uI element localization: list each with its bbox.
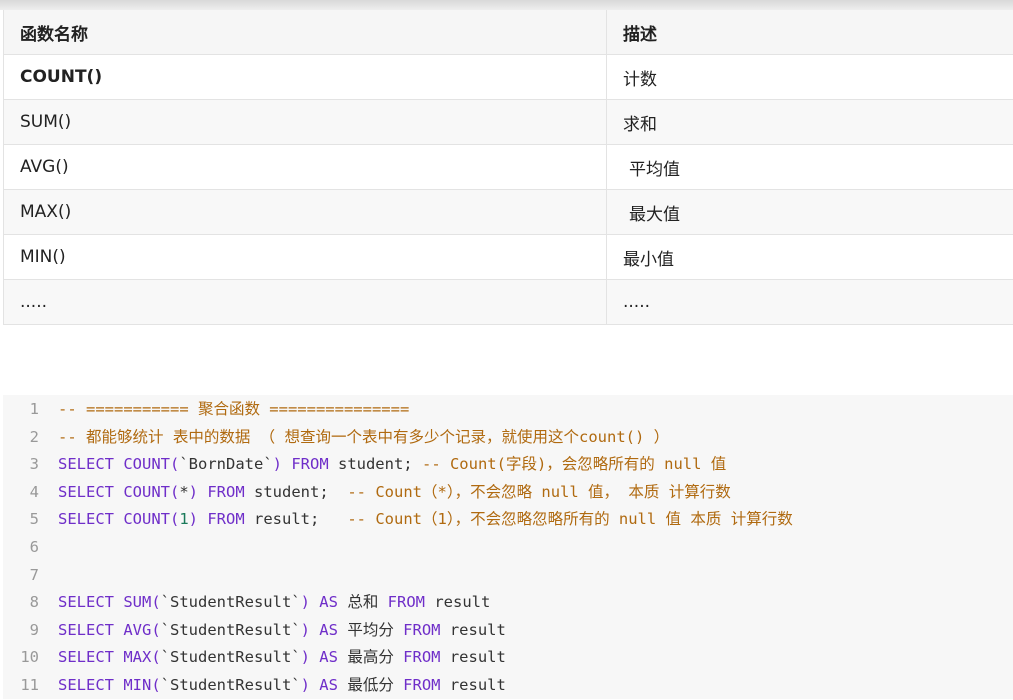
code-token: SELECT AVG(: [58, 621, 161, 639]
table-row: SUM() 求和: [4, 100, 1013, 145]
code-token: -- 都能够统计 表中的数据 （ 想查询一个表中有多少个记录，就使用这个coun…: [58, 428, 669, 446]
description-cell: 计数: [607, 55, 1013, 100]
function-table: 函数名称 描述 COUNT() 计数 SUM() 求和 AVG() 平均值 MA…: [3, 10, 1013, 325]
code-token: result: [434, 593, 490, 611]
code-token: student;: [338, 455, 422, 473]
line-number: 10: [3, 644, 39, 672]
code-token: ) AS: [301, 593, 348, 611]
description-cell: .....: [607, 280, 1013, 325]
table-row: MAX() 最大值: [4, 190, 1013, 235]
code-token: FROM: [403, 648, 450, 666]
line-number: 3: [3, 451, 39, 479]
line-number: 5: [3, 506, 39, 534]
function-name-cell: .....: [4, 280, 607, 325]
line-number: 8: [3, 589, 39, 617]
code-token: ) AS: [301, 648, 348, 666]
code-token: student;: [254, 483, 347, 501]
code-token: 最高分: [347, 648, 403, 666]
code-line: 6: [3, 534, 58, 562]
line-number: 6: [3, 534, 39, 562]
code-token: ) AS: [301, 621, 348, 639]
sql-code-block: 1 -- =========== 聚合函数 =============== 2 -- …: [3, 395, 1013, 699]
code-token: -- Count（*），不会忽略 null 值， 本质 计算行数: [347, 483, 730, 501]
code-token: ) AS: [301, 676, 348, 694]
line-number: 4: [3, 479, 39, 507]
code-token: SELECT MIN(: [58, 676, 161, 694]
description-cell: 最大值: [607, 190, 1013, 235]
table-row: AVG() 平均值: [4, 145, 1013, 190]
code-token: 最低分: [347, 676, 403, 694]
function-name-cell: MAX(): [4, 190, 607, 235]
code-token: SELECT SUM(: [58, 593, 161, 611]
code-token: FROM: [403, 621, 450, 639]
table-row: ..... .....: [4, 280, 1013, 325]
code-token: ) FROM: [273, 455, 338, 473]
code-token: SELECT COUNT(: [58, 510, 179, 528]
code-line: 4 SELECT COUNT(*) FROM student; -- Count（…: [3, 479, 731, 507]
code-token: SELECT MAX(: [58, 648, 161, 666]
code-token: *: [179, 483, 188, 501]
code-token: result: [450, 621, 506, 639]
code-line: 2 -- 都能够统计 表中的数据 （ 想查询一个表中有多少个记录，就使用这个cou…: [3, 424, 669, 452]
code-token: `StudentResult`: [161, 676, 301, 694]
code-line: 1 -- =========== 聚合函数 ===============: [3, 396, 409, 424]
code-token: SELECT COUNT(: [58, 455, 179, 473]
column-header-function-name: 函数名称: [4, 10, 607, 55]
column-header-description: 描述: [607, 10, 1013, 55]
table-row: MIN() 最小值: [4, 235, 1013, 280]
code-line: 10 SELECT MAX(`StudentResult`) AS 最高分 FRO…: [3, 644, 506, 672]
code-token: ) FROM: [189, 483, 254, 501]
code-token: `StudentResult`: [161, 593, 301, 611]
code-token: `StudentResult`: [161, 621, 301, 639]
code-token: ) FROM: [189, 510, 254, 528]
line-number: 11: [3, 672, 39, 700]
description-cell: 平均值: [607, 145, 1013, 190]
table-row: COUNT() 计数: [4, 55, 1013, 100]
function-name-cell: SUM(): [4, 100, 607, 145]
code-token: 总和: [347, 593, 387, 611]
line-number: 1: [3, 396, 39, 424]
code-line: 7: [3, 562, 58, 590]
description-cell: 最小值: [607, 235, 1013, 280]
description-cell: 求和: [607, 100, 1013, 145]
table-header-row: 函数名称 描述: [4, 10, 1013, 55]
code-token: `StudentResult`: [161, 648, 301, 666]
code-token: -- =========== 聚合函数 ===============: [58, 400, 409, 418]
code-token: FROM: [403, 676, 450, 694]
code-token: result;: [254, 510, 347, 528]
line-number: 9: [3, 617, 39, 645]
code-line: 9 SELECT AVG(`StudentResult`) AS 平均分 FROM…: [3, 617, 506, 645]
function-name-cell: AVG(): [4, 145, 607, 190]
code-token: FROM: [388, 593, 435, 611]
code-token: -- Count（1），不会忽略忽略所有的 null 值 本质 计算行数: [347, 510, 792, 528]
line-number: 7: [3, 562, 39, 590]
function-name-cell: MIN(): [4, 235, 607, 280]
code-token: result: [450, 648, 506, 666]
code-token: result: [450, 676, 506, 694]
line-number: 2: [3, 424, 39, 452]
code-line: 3SELECT COUNT(`BornDate`) FROM student; …: [3, 451, 726, 479]
code-line: 5 SELECT COUNT(1) FROM result; -- Count（1…: [3, 506, 793, 534]
code-line: 11 SELECT MIN(`StudentResult`) AS 最低分 FRO…: [3, 672, 506, 700]
code-token: `BornDate`: [179, 455, 272, 473]
code-token: -- Count(字段)，会忽略所有的 null 值: [422, 455, 726, 473]
function-name-cell: COUNT(): [4, 55, 607, 100]
code-line: 8SELECT SUM(`StudentResult`) AS 总和 FROM …: [3, 589, 490, 617]
top-bar: [0, 0, 1013, 10]
code-token: SELECT COUNT(: [58, 483, 179, 501]
code-token: 1: [179, 510, 188, 528]
code-token: 平均分: [347, 621, 403, 639]
